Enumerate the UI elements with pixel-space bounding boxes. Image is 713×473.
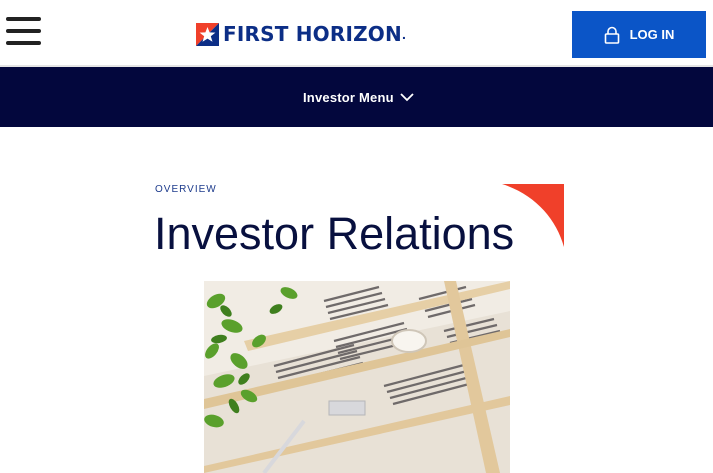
chevron-down-icon — [400, 92, 414, 101]
section-eyebrow: OVERVIEW — [155, 184, 217, 195]
hero-image — [204, 281, 510, 473]
corner-accent-shape — [502, 184, 564, 247]
login-label: LOG IN — [629, 27, 675, 42]
logo-text: FIRST HORIZON — [223, 22, 402, 46]
investor-menu-label: Investor Menu — [303, 89, 394, 105]
logo-dot: . — [401, 26, 406, 42]
login-button[interactable]: LOG IN — [572, 11, 706, 58]
site-header: FIRST HORIZON . LOG IN — [0, 0, 713, 67]
lock-icon — [604, 26, 619, 44]
menu-icon[interactable] — [6, 15, 42, 47]
page-title: Investor Relations — [154, 208, 515, 259]
investor-nav-bar: Investor Menu — [0, 67, 713, 127]
brand-logo[interactable]: FIRST HORIZON . — [196, 22, 406, 46]
star-logo-icon — [196, 22, 219, 46]
investor-menu-toggle[interactable]: Investor Menu — [303, 87, 414, 107]
